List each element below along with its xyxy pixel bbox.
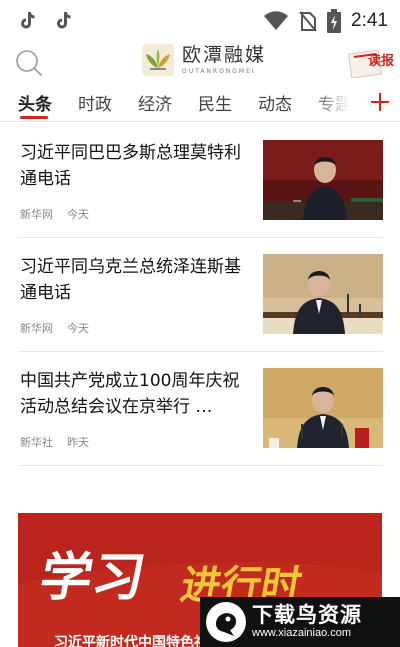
active-tab-indicator (20, 116, 48, 119)
notification-icons (18, 10, 72, 30)
wifi-icon (264, 11, 289, 30)
news-title: 中国共产党成立100周年庆祝活动总结会议在京举行 … (20, 371, 240, 417)
no-sim-icon (299, 11, 317, 32)
tiktok-icon (21, 12, 35, 29)
search-icon[interactable] (14, 48, 44, 78)
logo-title: 欧潭融媒 (182, 43, 267, 66)
news-item[interactable]: 中国共产党成立100周年庆祝活动总结会议在京举行 … 新华社 昨天 (18, 352, 383, 466)
clock: 2:41 (351, 10, 388, 31)
tab-livelihood[interactable]: 民生 (198, 90, 232, 115)
status-bar: 2:41 (0, 0, 400, 42)
plus-icon[interactable] (370, 92, 390, 112)
read-paper-label: 读报 (367, 54, 394, 69)
news-thumbnail (263, 140, 383, 220)
watermark: 下载鸟资源 www.xiazainiao.com (200, 597, 400, 647)
tab-fade (310, 88, 360, 120)
news-title: 习近平同巴巴多斯总理莫特利通电话 (20, 143, 241, 189)
news-source: 新华网 (20, 322, 53, 335)
tiktok-icon (57, 12, 71, 29)
news-source: 新华社 (20, 436, 53, 449)
watermark-url: www.xiazainiao.com (252, 627, 352, 640)
news-time: 昨天 (67, 436, 89, 449)
news-source: 新华网 (20, 208, 53, 221)
system-icons: 2:41 (263, 9, 388, 33)
news-meta: 新华网 今天 (20, 320, 89, 336)
category-tabs: 头条 时政 经济 民生 动态 专题 (0, 88, 400, 122)
logo-subtitle: OUTANRONGMEI (182, 67, 256, 75)
watermark-title: 下载鸟资源 (252, 603, 362, 628)
news-title: 习近平同乌克兰总统泽连斯基通电话 (20, 257, 241, 303)
tab-news[interactable]: 动态 (258, 90, 292, 115)
news-thumbnail (263, 254, 383, 334)
news-meta: 新华网 今天 (20, 206, 89, 222)
news-time: 今天 (67, 322, 89, 335)
logo-mark-icon (142, 44, 174, 76)
tab-politics[interactable]: 时政 (78, 90, 112, 115)
app-logo: 欧潭融媒 OUTANRONGMEI (142, 44, 266, 76)
news-thumbnail (263, 368, 383, 448)
banner-title-part1: 学习 (35, 547, 150, 608)
bird-icon (206, 602, 246, 642)
tab-headlines[interactable]: 头条 (18, 90, 52, 115)
news-item[interactable]: 习近平同巴巴多斯总理莫特利通电话 新华网 今天 (18, 124, 383, 238)
battery-icon (327, 9, 342, 33)
tab-economy[interactable]: 经济 (138, 90, 172, 115)
news-meta: 新华社 昨天 (20, 434, 89, 450)
news-time: 今天 (67, 208, 89, 221)
news-item[interactable]: 习近平同乌克兰总统泽连斯基通电话 新华网 今天 (18, 238, 383, 352)
app-header: 欧潭融媒 OUTANRONGMEI 读报 (0, 42, 400, 84)
